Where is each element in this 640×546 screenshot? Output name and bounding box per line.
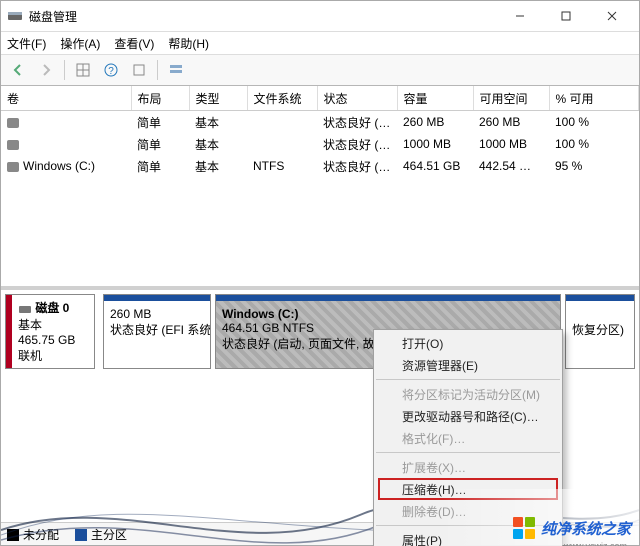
col-fs[interactable]: 文件系统 (247, 86, 317, 111)
partition-name: Windows (C:) (222, 307, 299, 321)
partition-size: 464.51 GB NTFS (222, 321, 314, 335)
menuitem-explorer[interactable]: 资源管理器(E) (374, 354, 562, 376)
menu-help[interactable]: 帮助(H) (168, 35, 209, 52)
col-pctfree[interactable]: % 可用 (549, 86, 639, 111)
svg-text:?: ? (108, 66, 114, 77)
volume-table: 卷 布局 类型 文件系统 状态 容量 可用空间 % 可用 简单 基本 (1, 86, 639, 177)
menuitem-extend: 扩展卷(X)… (374, 456, 562, 478)
col-status[interactable]: 状态 (317, 86, 397, 111)
legend-swatch-unallocated (7, 529, 19, 541)
menu-file[interactable]: 文件(F) (7, 35, 46, 52)
toolbar-help-button[interactable]: ? (98, 57, 124, 83)
window-title: 磁盘管理 (29, 8, 77, 25)
col-type[interactable]: 类型 (189, 86, 247, 111)
disk-label[interactable]: 磁盘 0 基本 465.75 GB 联机 (5, 294, 95, 369)
col-capacity[interactable]: 容量 (397, 86, 473, 111)
disk-size: 465.75 GB (18, 333, 75, 347)
menubar: 文件(F) 操作(A) 查看(V) 帮助(H) (1, 32, 639, 55)
menuitem-delete: 删除卷(D)… (374, 500, 562, 522)
col-volume[interactable]: 卷 (1, 86, 131, 111)
partition-desc: 状态良好 (EFI 系统分区 (110, 323, 211, 337)
table-row[interactable]: 简单 基本 状态良好 (… 1000 MB 1000 MB 100 % (1, 133, 639, 155)
disk-type: 基本 (18, 318, 42, 332)
legend-unallocated: 未分配 (23, 528, 59, 542)
menu-action[interactable]: 操作(A) (60, 35, 100, 52)
partition-recovery[interactable]: 恢复分区) (565, 294, 635, 369)
volume-icon (7, 118, 19, 128)
legend-primary: 主分区 (91, 528, 127, 542)
partition-desc: 状态良好 (启动, 页面文件, 故 (222, 337, 375, 351)
toolbar-refresh-button[interactable] (70, 57, 96, 83)
volume-list-pane[interactable]: 卷 布局 类型 文件系统 状态 容量 可用空间 % 可用 简单 基本 (1, 86, 639, 290)
context-menu: 打开(O) 资源管理器(E) 将分区标记为活动分区(M) 更改驱动器号和路径(C… (373, 329, 563, 546)
close-button[interactable] (589, 1, 635, 31)
disk-name: 磁盘 0 (35, 301, 69, 315)
disk-management-window: 磁盘管理 文件(F) 操作(A) 查看(V) 帮助(H) (0, 0, 640, 546)
toolbar-forward-button[interactable] (33, 57, 59, 83)
maximize-button[interactable] (543, 1, 589, 31)
menu-view[interactable]: 查看(V) (114, 35, 154, 52)
menuitem-shrink[interactable]: 压缩卷(H)… (374, 478, 562, 500)
menuitem-change-letter[interactable]: 更改驱动器号和路径(C)… (374, 405, 562, 427)
volume-icon (7, 162, 19, 172)
partition-efi[interactable]: 260 MB 状态良好 (EFI 系统分区 (103, 294, 211, 369)
toolbar-settings-button[interactable] (126, 57, 152, 83)
table-row[interactable]: 简单 基本 状态良好 (… 260 MB 260 MB 100 % (1, 111, 639, 134)
partition-size: 260 MB (110, 307, 151, 321)
toolbar-back-button[interactable] (5, 57, 31, 83)
menuitem-format: 格式化(F)… (374, 427, 562, 449)
table-header-row[interactable]: 卷 布局 类型 文件系统 状态 容量 可用空间 % 可用 (1, 86, 639, 111)
legend-swatch-primary (75, 529, 87, 541)
col-layout[interactable]: 布局 (131, 86, 189, 111)
volume-icon (7, 140, 19, 150)
app-icon (7, 8, 23, 24)
menuitem-mark-active: 将分区标记为活动分区(M) (374, 383, 562, 405)
titlebar[interactable]: 磁盘管理 (1, 1, 639, 32)
table-row[interactable]: Windows (C:) 简单 基本 NTFS 状态良好 (… 464.51 G… (1, 155, 639, 177)
menuitem-properties[interactable]: 属性(P) (374, 529, 562, 546)
menuitem-open[interactable]: 打开(O) (374, 332, 562, 354)
toolbar-list-button[interactable] (163, 57, 189, 83)
minimize-button[interactable] (497, 1, 543, 31)
toolbar: ? (1, 55, 639, 86)
partition-desc: 恢复分区) (572, 323, 624, 337)
col-free[interactable]: 可用空间 (473, 86, 549, 111)
disk-state: 联机 (18, 349, 42, 363)
